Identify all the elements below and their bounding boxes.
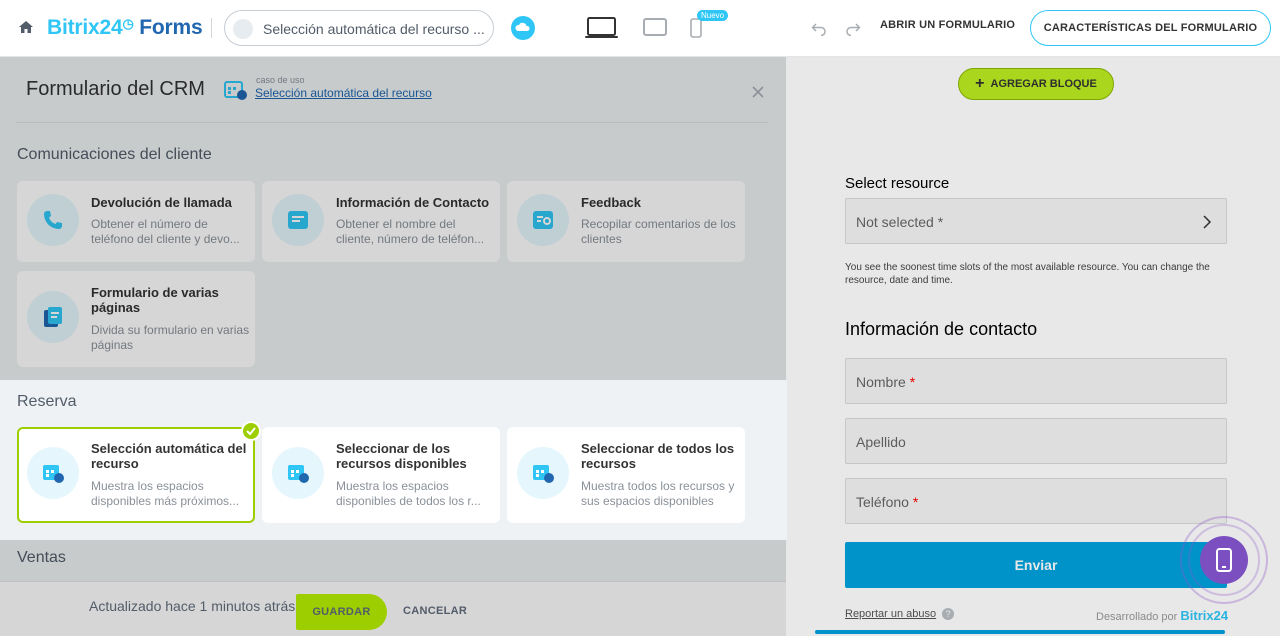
brand-divider (211, 18, 212, 38)
plus-icon: + (975, 75, 985, 92)
lastname-field[interactable]: Apellido (845, 418, 1227, 464)
powered-by: Desarrollado por Bitrix24 (1096, 608, 1229, 623)
pages-icon (27, 291, 79, 343)
card-description: Muestra los espacios disponibles más pró… (91, 479, 240, 508)
cloud-icon[interactable] (511, 16, 535, 40)
add-block-button[interactable]: + AGREGAR BLOQUE (958, 68, 1114, 100)
card-title: Selección automática del recurso (91, 441, 247, 471)
contact-heading: Información de contacto (845, 319, 1038, 339)
calendar-icon (27, 447, 79, 499)
card-title: Información de Contacto (336, 195, 490, 210)
scenario-card-contact-info[interactable]: Información de Contacto Obtener el nombr… (262, 181, 500, 262)
section-title-reserve: Reserva (17, 393, 77, 410)
calendar-icon (224, 81, 247, 100)
scenario-card-feedback[interactable]: Feedback Recopilar comentarios de los cl… (507, 181, 745, 262)
use-case-link[interactable]: Selección automática del recurso (255, 86, 432, 100)
undo-icon[interactable] (811, 20, 827, 36)
scenario-card-multipage[interactable]: Formulario de varias páginas Divida su f… (17, 271, 255, 367)
open-form-button[interactable]: ABRIR UN FORMULARIO (880, 19, 1015, 37)
scenario-text: Selección automática del recurso ... (263, 21, 485, 37)
card-description: Muestra los espacios disponibles de todo… (336, 479, 481, 508)
cancel-button[interactable]: CANCELAR (403, 605, 467, 617)
tablet-view-icon[interactable] (643, 18, 667, 36)
selected-check-icon (241, 421, 261, 441)
reserve-section: Reserva Selección automática del recurso… (0, 380, 787, 540)
card-title: Formulario de varias páginas (91, 285, 219, 315)
form-features-button[interactable]: CARACTERÍSTICAS DEL FORMULARIO (1030, 10, 1271, 46)
desktop-view-icon[interactable] (585, 17, 618, 39)
scenario-card-available-resources[interactable]: Seleccionar de los recursos disponibles … (262, 427, 500, 523)
card-title: Seleccionar de los recursos disponibles (336, 441, 467, 471)
help-icon[interactable]: ? (942, 608, 954, 620)
scenario-card-callback[interactable]: Devolución de llamada Obtener el número … (17, 181, 255, 262)
section-title-communications: Comunicaciones del cliente (17, 146, 212, 163)
use-case-label: caso de uso (256, 75, 305, 85)
home-icon[interactable] (18, 19, 34, 35)
panel-title: Formulario del CRM (26, 78, 205, 100)
phone-field[interactable]: Teléfono * (845, 478, 1227, 524)
name-field[interactable]: Nombre * (845, 358, 1227, 404)
preview-bottom-line (815, 630, 1225, 634)
card-description: Obtener el nombre del cliente, número de… (336, 217, 485, 246)
feedback-icon (517, 194, 569, 246)
mobile-preview-button[interactable] (1180, 516, 1268, 604)
card-description: Obtener el número de teléfono del client… (91, 217, 240, 246)
new-badge: Nuevo (697, 10, 729, 21)
card-title: Feedback (581, 195, 641, 210)
mobile-icon (1200, 536, 1248, 584)
updated-status: Actualizado hace 1 minutos atrás (89, 598, 296, 614)
scenario-card-auto-resource[interactable]: Selección automática del recurso Muestra… (17, 427, 255, 523)
card-title: Devolución de llamada (91, 195, 232, 210)
scenario-icon (233, 19, 253, 39)
submit-button[interactable]: Enviar (845, 542, 1227, 588)
card-description: Recopilar comentarios de los clientes (581, 217, 736, 246)
form-icon (272, 194, 324, 246)
resource-help-text: You see the soonest time slots of the mo… (845, 262, 1210, 286)
phone-icon (27, 194, 79, 246)
calendar-icon (517, 447, 569, 499)
mobile-view-icon[interactable] (690, 18, 702, 38)
redo-icon[interactable] (845, 20, 861, 36)
select-resource-label: Select resource (845, 175, 950, 192)
report-abuse-link[interactable]: Reportar un abuso (845, 608, 936, 620)
scenario-selector[interactable]: Selección automática del recurso ... (224, 10, 494, 46)
close-icon[interactable] (751, 85, 765, 99)
save-button[interactable]: GUARDAR (296, 594, 387, 630)
section-title-sales: Ventas (17, 549, 66, 566)
header-divider (16, 122, 768, 123)
card-description: Muestra todos los recursos y sus espacio… (581, 479, 735, 508)
card-description: Divida su formulario en varias páginas (91, 323, 250, 352)
chevron-right-icon (1203, 215, 1212, 229)
scenario-card-all-resources[interactable]: Seleccionar de todos los recursos Muestr… (507, 427, 745, 523)
calendar-icon (272, 447, 324, 499)
card-title: Seleccionar de todos los recursos (581, 441, 735, 471)
resource-select[interactable]: Not selected * (845, 198, 1227, 244)
brand-logo[interactable]: Bitrix24◷ Forms (47, 16, 203, 40)
top-bar: Bitrix24◷ Forms Selección automática del… (0, 0, 1280, 57)
